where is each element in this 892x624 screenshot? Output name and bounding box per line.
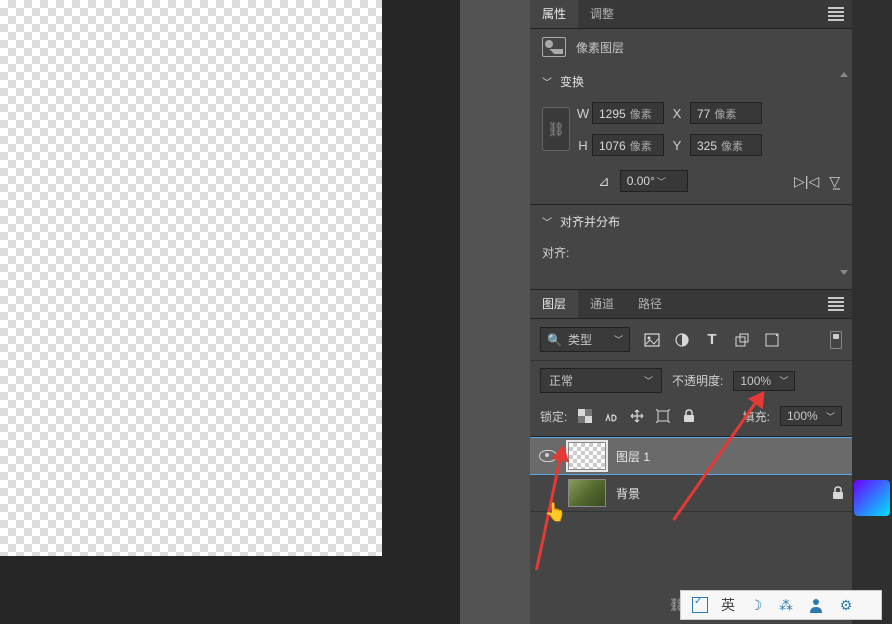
lock-position-icon[interactable] — [629, 408, 645, 424]
angle-icon: ⊿ — [598, 173, 610, 190]
ime-toolbar: 英 ☽ ⁂ ⚙ — [680, 590, 882, 620]
ime-person-icon[interactable] — [807, 596, 825, 614]
filter-adjustment-icon[interactable] — [674, 332, 690, 348]
panel-menu-icon[interactable] — [828, 296, 844, 312]
h-label: H — [574, 138, 592, 153]
w-label: W — [574, 106, 592, 121]
lock-icon — [832, 486, 844, 500]
canvas-area — [0, 0, 460, 624]
tab-channels[interactable]: 通道 — [578, 290, 626, 318]
x-label: X — [664, 106, 690, 121]
flip-vertical-icon[interactable]: ▽̲ — [829, 173, 840, 190]
document-canvas[interactable] — [0, 0, 382, 556]
angle-input[interactable]: 0.00°﹀ — [620, 170, 688, 192]
layers-tabs: 图层 通道 路径 — [530, 290, 852, 319]
layer-filter-row: 🔍 类型 ﹀ T — [530, 319, 852, 361]
chevron-down-icon: ﹀ — [542, 74, 552, 89]
link-dimensions-icon[interactable]: ⛓ — [542, 107, 570, 151]
ime-edit-icon[interactable] — [691, 596, 709, 614]
blend-row: 正常 ﹀ 不透明度: 100% ﹀ — [530, 361, 852, 400]
flip-horizontal-icon[interactable]: ▷|◁ — [794, 173, 819, 190]
height-input[interactable]: 1076像素 — [592, 134, 664, 156]
properties-panel: 属性 调整 像素图层 ﹀ 变换 ⛓ W 1295像素 X 77像素 H 1076… — [530, 0, 852, 271]
opacity-label: 不透明度: — [672, 372, 723, 389]
layer-thumbnail[interactable] — [568, 442, 606, 470]
properties-tabs: 属性 调整 — [530, 0, 852, 29]
transform-header-label: 变换 — [560, 73, 584, 90]
pointer-cursor-icon: 👆 — [544, 502, 566, 523]
layer-name-label[interactable]: 图层 1 — [616, 448, 844, 465]
color-cube-icon[interactable] — [854, 480, 890, 516]
ime-moon-icon[interactable]: ☽ — [747, 596, 765, 614]
filter-type-dropdown[interactable]: 🔍 类型 ﹀ — [540, 327, 630, 352]
layer-row-layer1[interactable]: 图层 1 — [530, 437, 852, 475]
lock-artboard-icon[interactable] — [655, 408, 671, 424]
fill-input[interactable]: 100% ﹀ — [780, 406, 842, 426]
pixel-layer-icon — [542, 37, 566, 57]
transform-header[interactable]: ﹀ 变换 — [530, 65, 852, 98]
filter-smartobject-icon[interactable] — [764, 332, 780, 348]
scroll-up-indicator[interactable] — [840, 72, 848, 77]
lock-pixels-icon[interactable] — [603, 408, 619, 424]
width-input[interactable]: 1295像素 — [592, 102, 664, 124]
filter-type-icon[interactable]: T — [704, 332, 720, 348]
align-header[interactable]: ﹀ 对齐并分布 — [530, 205, 852, 238]
chevron-down-icon: ﹀ — [644, 374, 653, 387]
y-label: Y — [664, 138, 690, 153]
chevron-down-icon: ﹀ — [542, 214, 552, 229]
chevron-down-icon: ﹀ — [614, 333, 623, 346]
opacity-input[interactable]: 100% ﹀ — [733, 371, 795, 391]
transform-controls: ⛓ W 1295像素 X 77像素 H 1076像素 Y 325像素 — [530, 98, 852, 164]
collapsed-panel-strip[interactable] — [852, 0, 892, 624]
ime-language[interactable]: 英 — [721, 595, 735, 615]
layer-thumbnail[interactable] — [568, 479, 606, 507]
align-label: 对齐: — [542, 246, 569, 260]
y-input[interactable]: 325像素 — [690, 134, 762, 156]
search-icon: 🔍 — [547, 333, 562, 347]
panels-column: 属性 调整 像素图层 ﹀ 变换 ⛓ W 1295像素 X 77像素 H 1076… — [530, 0, 852, 624]
lock-row: 锁定: 填充: 100% ﹀ — [530, 400, 852, 437]
tab-adjustments[interactable]: 调整 — [578, 0, 626, 28]
scroll-down-indicator[interactable] — [840, 270, 848, 275]
layer-list: 图层 1 背景 — [530, 437, 852, 512]
layer-name-label[interactable]: 背景 — [616, 485, 822, 502]
tab-properties[interactable]: 属性 — [530, 0, 578, 28]
ime-gear-icon[interactable]: ⚙ — [837, 596, 855, 614]
gutter — [460, 0, 530, 624]
lock-all-icon[interactable] — [681, 408, 697, 424]
angle-row: ⊿ 0.00°﹀ ▷|◁ ▽̲ — [530, 164, 852, 204]
layers-panel: 图层 通道 路径 🔍 类型 ﹀ T 正常 ﹀ — [530, 289, 852, 512]
blend-mode-dropdown[interactable]: 正常 ﹀ — [540, 368, 662, 393]
filter-pixel-icon[interactable] — [644, 332, 660, 348]
ime-sparkle-icon[interactable]: ⁂ — [777, 596, 795, 614]
tab-paths[interactable]: 路径 — [626, 290, 674, 318]
align-header-label: 对齐并分布 — [560, 213, 620, 230]
lock-transparency-icon[interactable] — [577, 408, 593, 424]
tab-layers[interactable]: 图层 — [530, 290, 578, 318]
filter-shape-icon[interactable] — [734, 332, 750, 348]
layer-type-label: 像素图层 — [576, 39, 624, 56]
filter-toggle-switch[interactable] — [830, 331, 842, 349]
panel-menu-icon[interactable] — [828, 6, 844, 22]
x-input[interactable]: 77像素 — [690, 102, 762, 124]
align-body: 对齐: — [530, 238, 852, 271]
layer-type-row: 像素图层 — [530, 29, 852, 65]
lock-label: 锁定: — [540, 408, 567, 425]
